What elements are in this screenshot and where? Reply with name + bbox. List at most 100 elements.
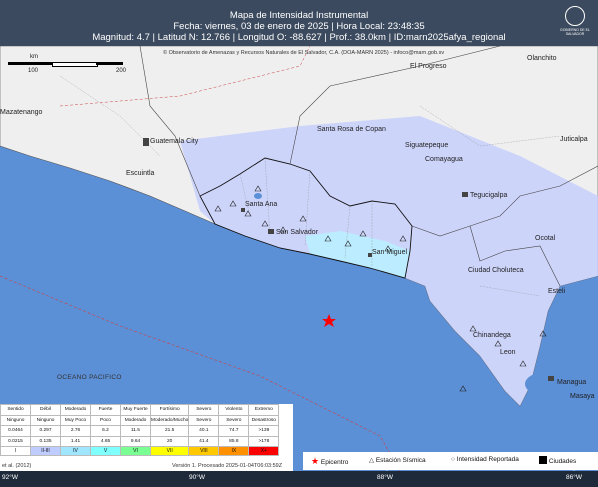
place-label: Leon	[500, 349, 516, 356]
perceived-cell: Sentido	[0, 404, 31, 416]
scale-cell: IV	[60, 446, 91, 456]
city-icon	[548, 376, 554, 381]
pga-cell: 74.7	[218, 425, 250, 437]
damage-cell: Muy Poco	[60, 414, 91, 426]
scale-cell: VIII	[188, 446, 220, 456]
damage-cell: Ninguno	[0, 414, 31, 426]
scale-segment-light	[52, 62, 98, 67]
damage-cell: Poco	[90, 414, 121, 426]
pgv-cell: 41.4	[188, 435, 220, 447]
version-text: Versión 1. Procesado 2025-01-04T06:03:59…	[172, 463, 283, 469]
perceived-cell: Moderado	[60, 404, 91, 416]
logo-text: GOBIERNO DE EL SALVADOR	[560, 28, 590, 36]
scale-cell: V	[90, 446, 121, 456]
scale-label-100: 100	[28, 68, 39, 74]
place-label: Santa Ana	[245, 201, 278, 208]
seal-icon	[565, 6, 585, 26]
longitude-label: 88°W	[377, 474, 393, 481]
scale-unit: km	[30, 54, 38, 60]
map-legend: ★ Epicentro △ Estación Sísmica ○ Intensi…	[303, 452, 598, 470]
square-icon	[539, 456, 547, 464]
perceived-cell: Fuerte	[90, 404, 121, 416]
scale-cell: VI	[120, 446, 151, 456]
legend-cities-label: Ciudades	[548, 458, 577, 465]
pga-cell: 0.0464	[0, 425, 31, 437]
place-label: Juticalpa	[560, 136, 588, 143]
pga-cell: 11.5	[120, 425, 151, 437]
pga-cell: >139	[248, 425, 280, 437]
longitude-label: 90°W	[189, 474, 205, 481]
place-label: San Miguel	[372, 249, 408, 256]
processing-info: et al. (2012) Versión 1. Procesado 2025-…	[0, 462, 293, 471]
scale-cell: II-III	[30, 446, 61, 456]
pgv-cell: 4.65	[90, 435, 121, 447]
potential-damage-row: Ninguno Ninguno Muy Poco Poco Moderado Modera…	[0, 414, 280, 426]
lake-coatepeque	[254, 193, 262, 199]
perceived-cell: Severo	[188, 404, 220, 416]
scale-segment-dark	[8, 62, 52, 65]
map-header: Mapa de Intensidad Instrumental Fecha: v…	[0, 0, 598, 46]
pgv-cell: 0.0215	[0, 435, 31, 447]
place-label: Esteli	[548, 288, 566, 295]
pgv-cell: 85.8	[218, 435, 250, 447]
city-icon	[268, 229, 274, 234]
place-label: Olanchito	[527, 55, 557, 62]
map-title: Mapa de Intensidad Instrumental	[229, 10, 369, 21]
place-label: Ocotal	[535, 235, 556, 242]
epicenter-legend-icon: ★	[311, 456, 320, 466]
legend-station-label: Estación Sísmica	[375, 457, 426, 464]
pgv-cell: >178	[248, 435, 280, 447]
city-icon	[241, 208, 245, 212]
perceived-cell: Extremo	[248, 404, 280, 416]
legend-reported-label: Intensidad Reportada	[456, 456, 519, 463]
place-label: Masaya	[570, 393, 595, 400]
place-label: San Salvador	[276, 229, 319, 236]
scale-cell: X+	[248, 446, 280, 456]
damage-cell: Ninguno	[30, 414, 61, 426]
copyright-notice: © Observatorio de Amenazas y Recursos Na…	[163, 50, 445, 56]
pgv-cell: 20	[149, 435, 190, 447]
event-details: Magnitud: 4.7 | Latitud N: 12.766 | Long…	[92, 32, 506, 43]
legend-epicenter-label: Epicentro	[320, 459, 349, 466]
damage-cell: Severo	[188, 414, 220, 426]
triangle-icon: △	[369, 457, 374, 464]
legend-reported: ○ Intensidad Reportada	[451, 456, 519, 463]
ocean-label: OCEANO PACIFICO	[57, 374, 122, 381]
place-label: El Progreso	[410, 63, 447, 70]
circle-icon: ○	[451, 456, 455, 463]
pga-cell: 40.1	[188, 425, 220, 437]
legend-station: △ Estación Sísmica	[369, 456, 426, 464]
legend-epicenter: ★ Epicentro	[311, 456, 348, 467]
lake-managua	[458, 365, 482, 377]
place-label: Mazatenango	[0, 109, 43, 116]
peak-velocity-row: 0.0215 0.135 1.41 4.65 9.64 20 41.4 85.8 >178	[0, 435, 280, 447]
perceived-shaking-row: Sentido Débil Moderado Fuerte Muy Fuerte Fort…	[0, 404, 280, 416]
city-icon	[462, 192, 468, 197]
place-label: Guatemala City	[150, 138, 199, 145]
government-logo: GOBIERNO DE EL SALVADOR	[560, 6, 590, 42]
damage-cell: Moderado	[120, 414, 151, 426]
place-label: Comayagua	[425, 156, 463, 163]
pgv-cell: 9.64	[120, 435, 151, 447]
event-date: Fecha: viernes, 03 de enero de 2025 | Ho…	[173, 21, 425, 32]
scale-cell: IX	[218, 446, 250, 456]
place-label: Tegucigalpa	[470, 192, 508, 199]
place-label: Chinandega	[473, 332, 511, 339]
pgv-cell: 1.41	[60, 435, 91, 447]
damage-cell: Severo	[218, 414, 250, 426]
reference-text: et al. (2012)	[2, 463, 32, 469]
scale-cell: VII	[149, 446, 190, 456]
intensity-scale-table: Sentido Débil Moderado Fuerte Muy Fuerte Fort…	[0, 404, 293, 462]
longitude-axis: 92°W 90°W 88°W 86°W	[0, 471, 598, 487]
pga-cell: 0.297	[30, 425, 61, 437]
perceived-cell: Fortísimo	[149, 404, 190, 416]
pgv-cell: 0.135	[30, 435, 61, 447]
intensity-scale-row: I II-III IV V VI VII VIII IX X+	[0, 446, 280, 456]
damage-cell: Desastroso	[248, 414, 280, 426]
place-label: Escuintla	[126, 170, 155, 177]
perceived-cell: Violento	[218, 404, 250, 416]
perceived-cell: Muy Fuerte	[120, 404, 151, 416]
peak-acceleration-row: 0.0464 0.297 2.76 6.2 11.5 21.5 40.1 74.7 >139	[0, 425, 280, 437]
scale-cell: I	[0, 446, 31, 456]
legend-cities: Ciudades	[539, 456, 576, 465]
